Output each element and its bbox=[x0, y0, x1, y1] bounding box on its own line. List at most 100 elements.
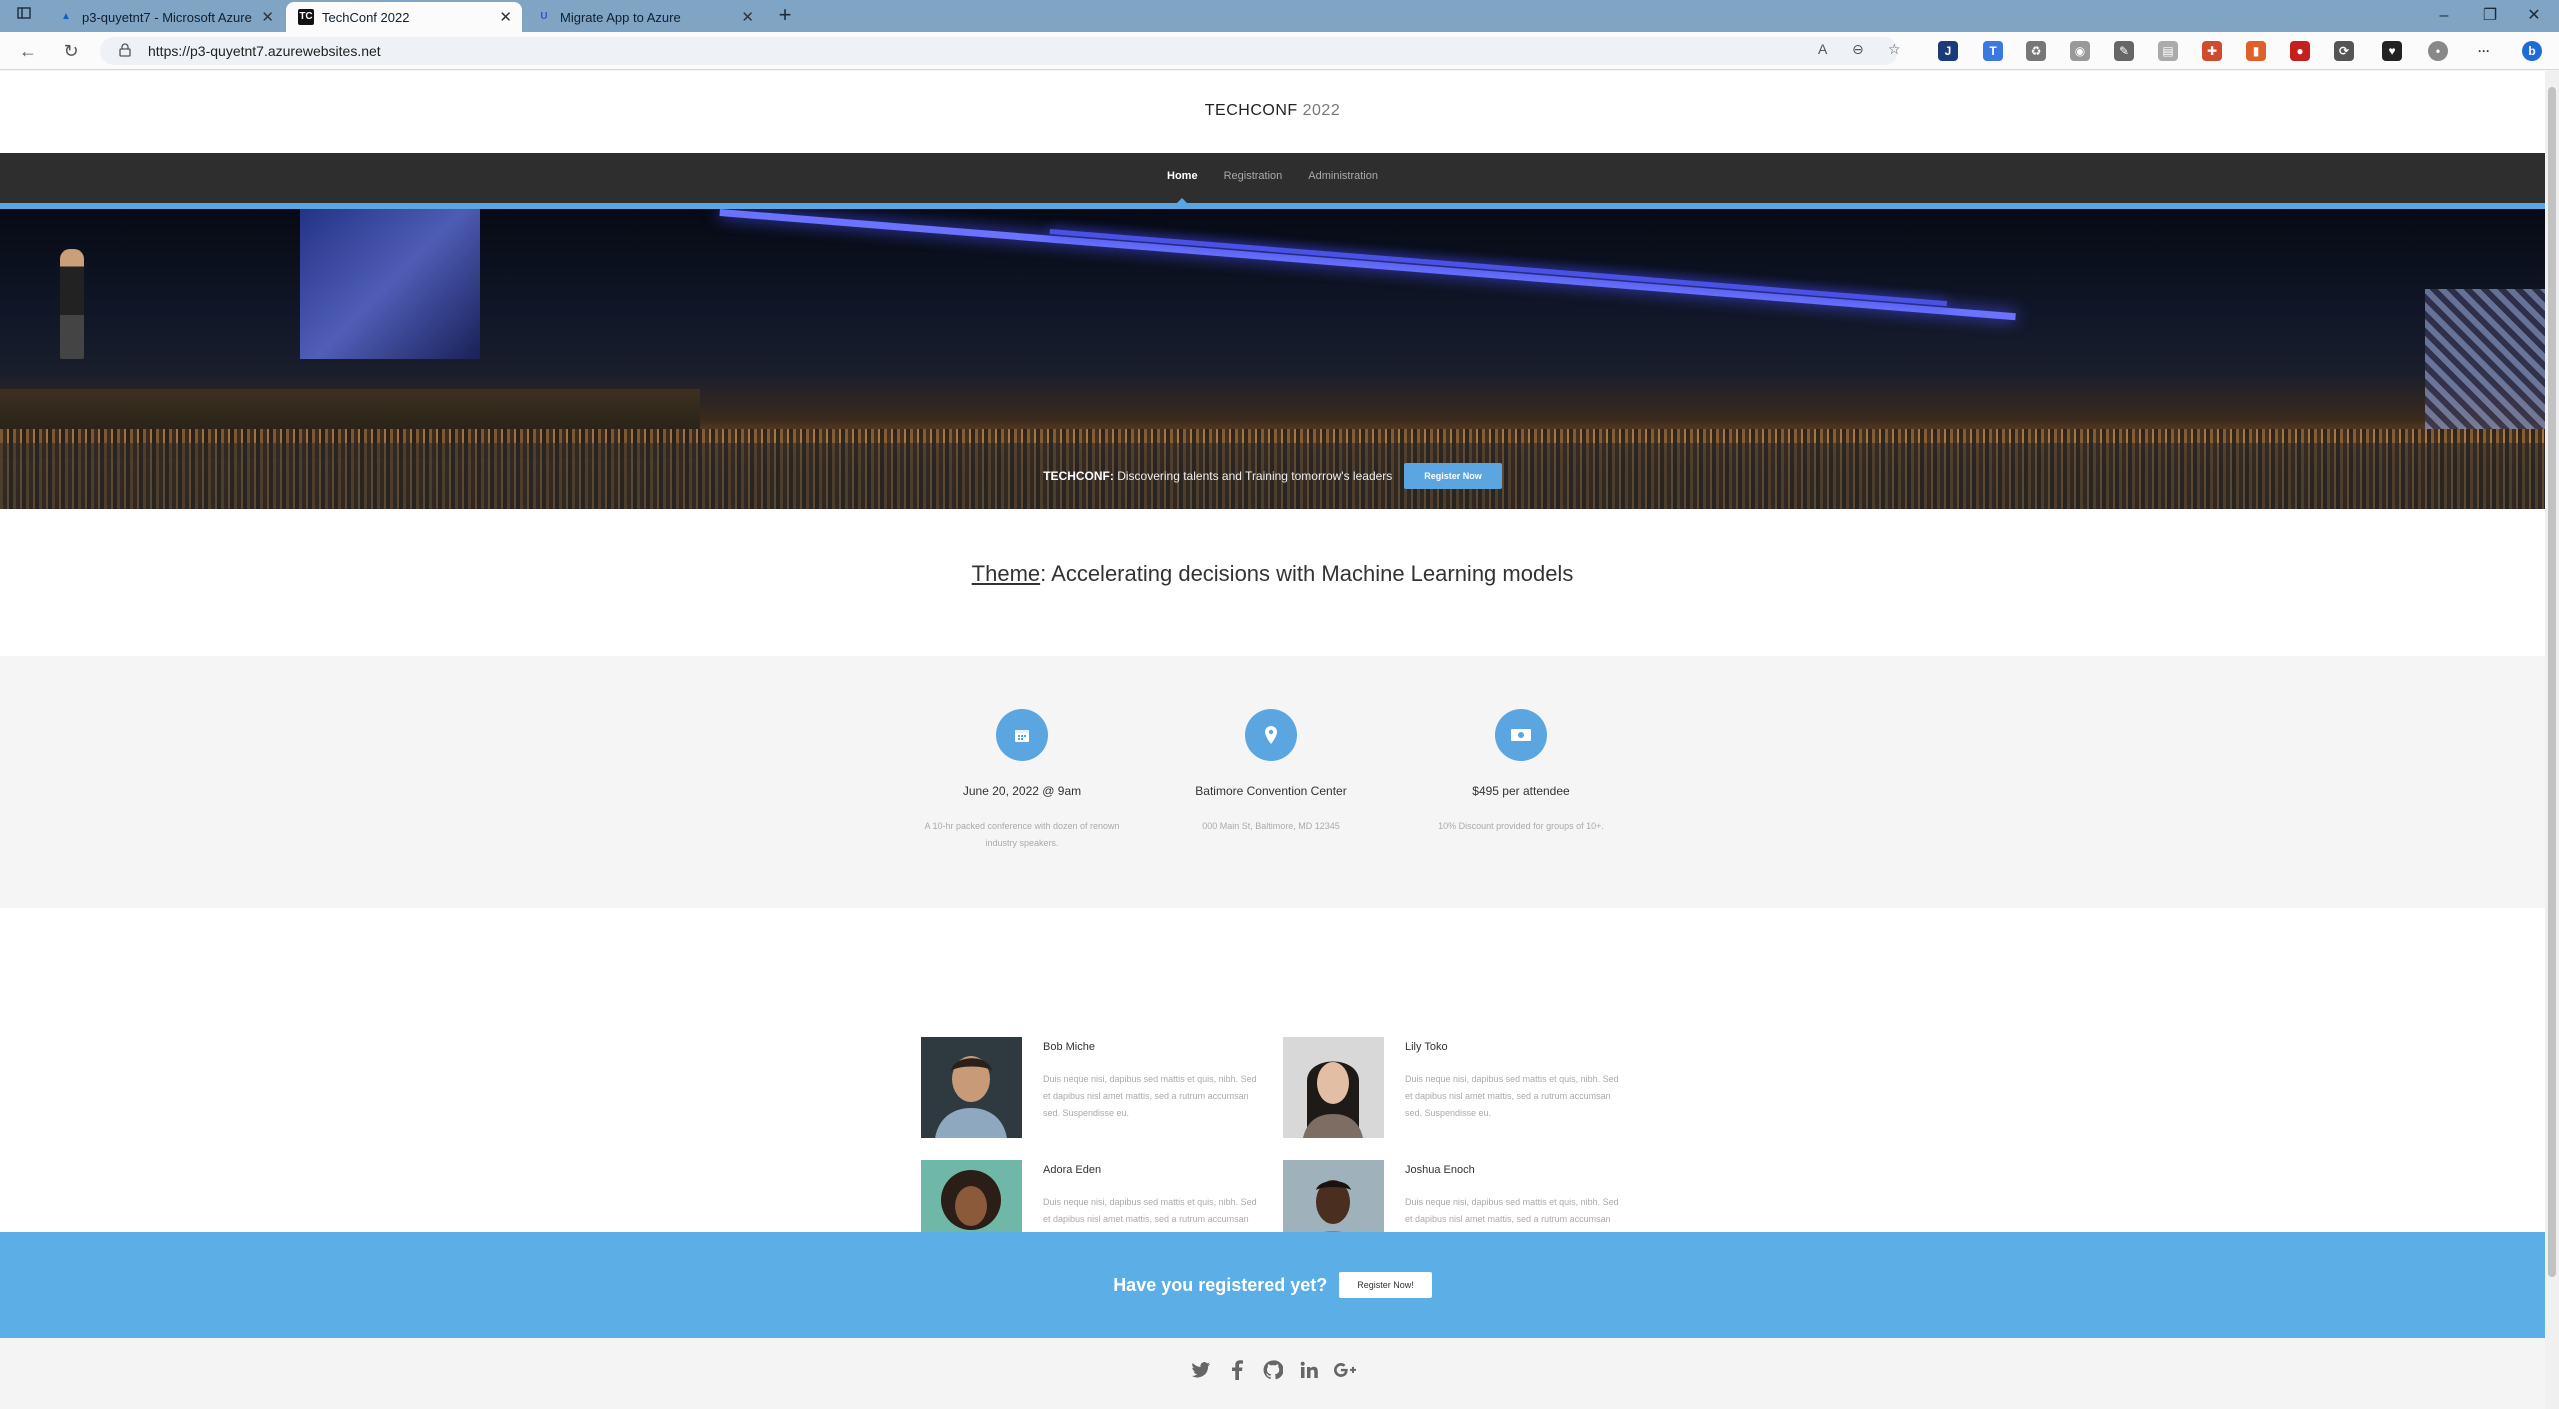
cta-banner: Have you registered yet? Register Now! bbox=[0, 1232, 2545, 1338]
twitter-icon[interactable] bbox=[1190, 1359, 1212, 1381]
site-brand[interactable]: TECHCONF 2022 bbox=[0, 102, 2545, 120]
extension-camera-icon[interactable]: ◉ bbox=[2070, 41, 2090, 61]
address-bar-row: ← ↻ https://p3-quyetnt7.azurewebsites.ne… bbox=[0, 32, 2559, 70]
hero-register-button[interactable]: Register Now bbox=[1404, 463, 1502, 489]
nav-administration[interactable]: Administration bbox=[1308, 170, 1378, 182]
theme-heading: Theme: Accelerating decisions with Machi… bbox=[0, 561, 2545, 587]
nav-registration[interactable]: Registration bbox=[1224, 170, 1283, 182]
features-section: June 20, 2022 @ 9am A 10-hr packed confe… bbox=[0, 656, 2545, 908]
speaker-card: Bob Miche Duis neque nisi, dapibus sed m… bbox=[921, 1037, 1271, 1139]
linkedin-icon[interactable] bbox=[1298, 1359, 1320, 1381]
url-field[interactable]: https://p3-quyetnt7.azurewebsites.net A … bbox=[100, 37, 1901, 65]
extension-doc-icon[interactable]: ▤ bbox=[2158, 41, 2178, 61]
site-footer bbox=[0, 1338, 2545, 1409]
tab-techconf[interactable]: TC TechConf 2022 ✕ bbox=[286, 2, 522, 32]
brand-year: 2022 bbox=[1302, 102, 1341, 119]
hero-caption-bar: TECHCONF: Discovering talents and Traini… bbox=[0, 443, 2545, 509]
feature-desc: 000 Main St, Baltimore, MD 12345 bbox=[1202, 821, 1340, 831]
cta-text: Have you registered yet? bbox=[1113, 1274, 1328, 1295]
map-pin-icon bbox=[1245, 709, 1297, 761]
minimize-icon[interactable]: – bbox=[2428, 0, 2460, 32]
restore-icon[interactable]: ❐ bbox=[2474, 0, 2506, 32]
hero-image-screen bbox=[300, 209, 480, 359]
extension-recycle-icon[interactable]: ♻ bbox=[2026, 41, 2046, 61]
theme-text: : Accelerating decisions with Machine Le… bbox=[1040, 561, 1574, 586]
refresh-icon[interactable]: ↻ bbox=[57, 38, 85, 64]
page-viewport: TECHCONF 2022 Home Registration Administ… bbox=[0, 71, 2545, 1409]
google-plus-icon[interactable] bbox=[1333, 1359, 1356, 1381]
extension-grid-icon[interactable]: ✚ bbox=[2202, 41, 2222, 61]
close-window-icon[interactable]: ✕ bbox=[2518, 0, 2550, 32]
scrollbar-thumb[interactable] bbox=[2548, 87, 2556, 1277]
speaker-photo bbox=[1283, 1037, 1384, 1138]
favorites-icon[interactable]: ☆ bbox=[1888, 41, 1901, 58]
tab-migrate[interactable]: U Migrate App to Azure ✕ bbox=[524, 2, 764, 32]
speaker-name: Lily Toko bbox=[1405, 1041, 1448, 1053]
calendar-icon bbox=[996, 709, 1048, 761]
hero-image-light bbox=[1049, 229, 1948, 307]
speaker-name: Adora Eden bbox=[1043, 1164, 1102, 1176]
speaker-card: Lily Toko Duis neque nisi, dapibus sed m… bbox=[1283, 1037, 1633, 1139]
bing-chat-icon[interactable]: b bbox=[2522, 41, 2542, 61]
money-icon bbox=[1495, 709, 1547, 761]
lock-icon bbox=[119, 43, 131, 57]
feature-desc: 10% Discount provided for groups of 10+. bbox=[1438, 821, 1604, 831]
feature-title: Batimore Convention Center bbox=[1195, 784, 1347, 798]
techconf-favicon-icon: TC bbox=[298, 9, 314, 25]
feature-title: June 20, 2022 @ 9am bbox=[962, 784, 1082, 798]
new-tab-icon[interactable]: + bbox=[770, 0, 800, 32]
site-header: TECHCONF 2022 bbox=[0, 71, 2545, 153]
hero-image-panel bbox=[2425, 289, 2545, 429]
feature-price: $495 per attendee 10% Discount provided … bbox=[1411, 709, 1631, 835]
profile-avatar-icon[interactable]: • bbox=[2428, 41, 2448, 61]
tab-azure[interactable]: ▲ p3-quyetnt7 - Microsoft Azure ✕ bbox=[46, 2, 284, 32]
close-icon[interactable]: ✕ bbox=[741, 8, 754, 26]
browser-tab-bar: ▲ p3-quyetnt7 - Microsoft Azure ✕ TC Tec… bbox=[0, 0, 2559, 32]
close-icon[interactable]: ✕ bbox=[261, 8, 274, 26]
read-aloud-icon[interactable]: A bbox=[1818, 41, 1827, 57]
nav-home[interactable]: Home bbox=[1167, 170, 1198, 203]
hero-tagline: TECHCONF: Discovering talents and Traini… bbox=[1043, 469, 1392, 483]
hero-tag-bold: TECHCONF: bbox=[1043, 469, 1114, 483]
more-options-icon[interactable]: ··· bbox=[2474, 41, 2494, 61]
speaker-name: Bob Miche bbox=[1043, 1041, 1095, 1053]
close-icon[interactable]: ✕ bbox=[499, 8, 512, 26]
udacity-icon: U bbox=[540, 11, 548, 22]
speaker-bio: Duis neque nisi, dapibus sed mattis et q… bbox=[1405, 1074, 1619, 1118]
hero-image-light bbox=[719, 209, 2016, 321]
back-icon[interactable]: ← bbox=[14, 38, 42, 64]
extension-pen-icon[interactable]: ✎ bbox=[2114, 41, 2134, 61]
theme-label: Theme bbox=[971, 561, 1041, 586]
url-text: https://p3-quyetnt7.azurewebsites.net bbox=[148, 43, 381, 59]
cta-register-button[interactable]: Register Now! bbox=[1339, 1272, 1432, 1298]
speaker-bio: Duis neque nisi, dapibus sed mattis et q… bbox=[1043, 1074, 1257, 1118]
social-links bbox=[0, 1359, 2545, 1381]
brand-name: TECHCONF bbox=[1204, 102, 1298, 119]
extension-j-icon[interactable]: J bbox=[1938, 41, 1958, 61]
azure-icon: ▲ bbox=[61, 11, 71, 22]
tab-actions-icon[interactable] bbox=[8, 0, 40, 32]
feature-title: $495 per attendee bbox=[1472, 784, 1570, 798]
speaker-name: Joshua Enoch bbox=[1405, 1164, 1475, 1176]
tab-title: p3-quyetnt7 - Microsoft Azure bbox=[82, 9, 252, 25]
tab-title: Migrate App to Azure bbox=[560, 9, 681, 25]
translate-icon[interactable]: T bbox=[1983, 41, 2003, 61]
tab-title: TechConf 2022 bbox=[322, 9, 410, 25]
speakers-section: Bob Miche Duis neque nisi, dapibus sed m… bbox=[0, 908, 2545, 1261]
adblock-icon[interactable]: ● bbox=[2290, 41, 2310, 61]
hero-tag-text: Discovering talents and Training tomorro… bbox=[1117, 469, 1393, 483]
extension-orange-icon[interactable]: ▮ bbox=[2246, 41, 2266, 61]
extension-sync-icon[interactable]: ⟳ bbox=[2334, 41, 2354, 61]
facebook-icon[interactable] bbox=[1226, 1359, 1248, 1381]
favorites-heart-icon[interactable]: ♥ bbox=[2382, 41, 2402, 61]
zoom-icon[interactable]: ⊖ bbox=[1852, 41, 1864, 58]
feature-date: June 20, 2022 @ 9am A 10-hr packed confe… bbox=[912, 709, 1132, 852]
main-nav: Home Registration Administration bbox=[0, 153, 2545, 203]
feature-desc: A 10-hr packed conference with dozen of … bbox=[924, 821, 1120, 848]
hero-image-speaker bbox=[60, 249, 84, 359]
feature-location: Batimore Convention Center 000 Main St, … bbox=[1161, 709, 1381, 835]
speaker-photo bbox=[921, 1037, 1022, 1138]
page-scrollbar[interactable] bbox=[2545, 71, 2559, 1409]
hero-banner: TECHCONF: Discovering talents and Traini… bbox=[0, 209, 2545, 509]
github-icon[interactable] bbox=[1262, 1359, 1284, 1381]
